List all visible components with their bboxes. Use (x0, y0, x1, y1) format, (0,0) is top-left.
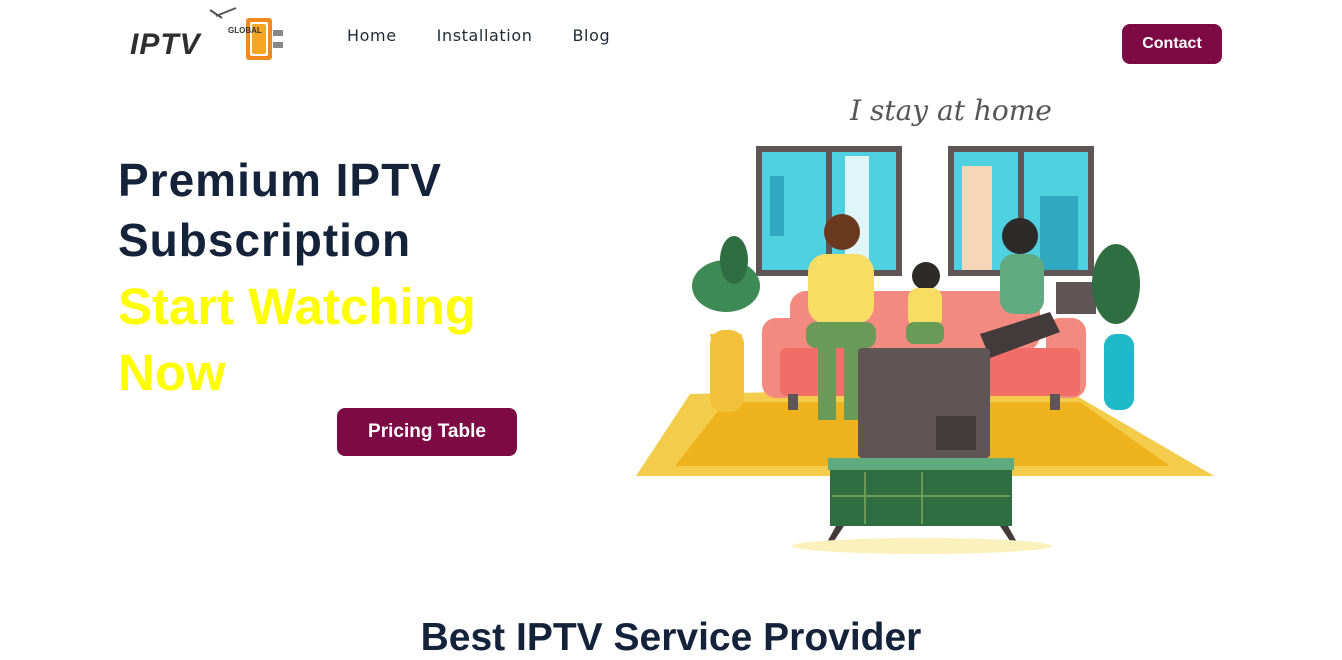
site-logo[interactable]: GLOBAL IPTV (128, 6, 290, 64)
logo-text: IPTV (130, 28, 203, 61)
pricing-table-button[interactable]: Pricing Table (337, 408, 517, 456)
main-nav: Home Installation Blog (347, 26, 610, 45)
hero-title: Premium IPTV Subscription (118, 150, 442, 270)
logo-small-text: GLOBAL (228, 26, 262, 35)
hero-subtitle: Start Watching Now (118, 274, 558, 406)
nav-installation[interactable]: Installation (437, 26, 533, 45)
hero-subtitle-line2: Now (118, 344, 226, 401)
nav-blog[interactable]: Blog (572, 26, 610, 45)
section-title: Best IPTV Service Provider (420, 616, 922, 659)
hero-title-line1: Premium IPTV (118, 154, 442, 206)
contact-button[interactable]: Contact (1122, 24, 1222, 64)
family-living-room-illustration: I stay at home (636, 94, 1214, 554)
illustration-caption: I stay at home (849, 94, 1052, 127)
nav-home[interactable]: Home (347, 26, 397, 45)
hero-subtitle-line1: Start Watching (118, 278, 476, 335)
hero-title-line2: Subscription (118, 214, 412, 266)
